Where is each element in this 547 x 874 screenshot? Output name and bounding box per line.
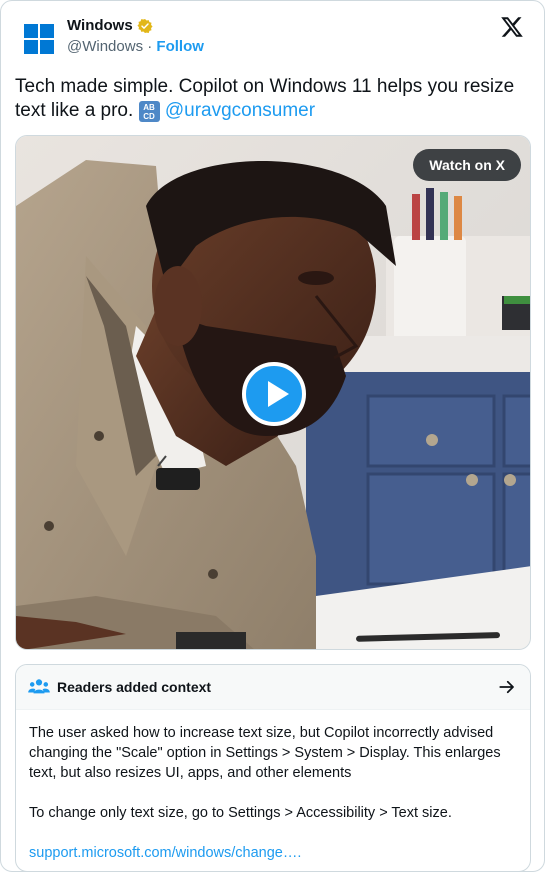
follow-button[interactable]: Follow [156, 38, 204, 55]
account-names: Windows @Windows · Follow [67, 17, 204, 55]
handle-separator: · [147, 38, 153, 55]
tweet-header: Windows @Windows · Follow [23, 15, 532, 61]
play-button[interactable] [242, 362, 306, 426]
note-source-link[interactable]: support.microsoft.com/windows/change…. [29, 845, 301, 861]
windows-logo-icon[interactable] [23, 23, 55, 55]
note-paragraph-2: To change only text size, go to Settings… [29, 805, 452, 821]
mention-link[interactable]: @uravgconsumer [165, 100, 315, 121]
notes-body: The user asked how to increase text size… [16, 710, 530, 863]
account-handle[interactable]: @Windows [67, 38, 143, 55]
x-logo-icon[interactable] [500, 15, 524, 39]
abcd-emoji-icon: AB CD [138, 101, 160, 122]
arrow-right-icon[interactable] [498, 678, 516, 696]
notes-header[interactable]: Readers added context [16, 665, 530, 710]
note-paragraph-1: The user asked how to increase text size… [29, 725, 501, 781]
video-player[interactable]: Watch on X [15, 135, 531, 650]
tweet-text: Tech made simple. Copilot on Windows 11 … [15, 75, 527, 123]
community-notes: Readers added context The user asked how… [15, 664, 531, 871]
people-icon [28, 679, 50, 694]
play-icon [268, 381, 289, 407]
tweet-card: Windows @Windows · Follow Tech made simp… [0, 0, 545, 872]
watch-on-x-button[interactable]: Watch on X [413, 149, 521, 181]
display-name[interactable]: Windows [67, 17, 133, 34]
notes-title: Readers added context [57, 679, 212, 695]
verified-badge-icon [137, 18, 153, 33]
